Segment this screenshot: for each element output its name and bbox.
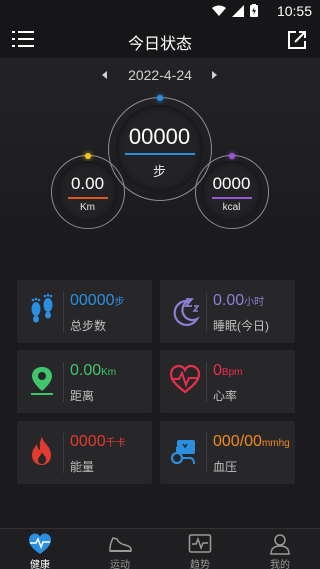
- tab-health-label: 健康: [30, 560, 50, 569]
- card-divider: [63, 433, 64, 473]
- page-title: 今日状态: [127, 36, 192, 53]
- sleep-label: 睡眠(今日): [213, 319, 269, 333]
- heart-rate-icon: [169, 364, 201, 394]
- app-header: 今日状态: [0, 22, 320, 58]
- card-divider: [206, 362, 207, 402]
- card-blood-pressure[interactable]: 000/00mmhg 血压: [160, 421, 295, 484]
- status-icons: [212, 4, 258, 17]
- steps-indicator-dot: [157, 95, 163, 101]
- status-bar: 10:55: [0, 0, 320, 22]
- card-energy[interactable]: 0000千卡 能量: [17, 421, 152, 484]
- moon-sleep-icon: [173, 298, 200, 326]
- distance-card-value: 0.00: [70, 362, 102, 379]
- heart-rate-label: 心率: [213, 389, 238, 403]
- blood-pressure-unit: mmhg: [261, 438, 290, 449]
- map-pin-icon: [31, 367, 53, 395]
- distance-ring[interactable]: 0.00 Km: [51, 153, 125, 229]
- status-time: 10:55: [276, 3, 312, 19]
- wifi-icon: [212, 5, 226, 16]
- blood-pressure-icon: [170, 440, 195, 465]
- bottom-tab-bar: 健康 运动 趋势 我的: [0, 528, 320, 569]
- next-day-icon[interactable]: [208, 69, 220, 81]
- shoe-icon: [109, 537, 132, 552]
- distance-unit: Km: [80, 202, 95, 213]
- energy-value: 0000: [70, 433, 106, 450]
- distance-card-unit: Km: [101, 367, 117, 378]
- battery-charging-icon: [250, 4, 258, 17]
- calories-indicator-dot: [229, 153, 235, 159]
- heart-rate-value: 0: [213, 362, 222, 379]
- card-divider: [63, 362, 64, 402]
- total-steps-unit: 步: [114, 297, 125, 308]
- sleep-unit: 小时: [244, 297, 265, 308]
- card-sleep[interactable]: 0.00小时 睡眠(今日): [160, 280, 295, 343]
- footprints-icon: [31, 293, 53, 323]
- card-distance[interactable]: 0.00Km 距离: [17, 350, 152, 413]
- tab-trend-label: 趋势: [190, 560, 210, 569]
- card-value: 0000千卡: [70, 433, 126, 451]
- flame-icon: [32, 437, 51, 465]
- tab-sport[interactable]: 运动: [80, 529, 160, 569]
- card-heart-rate[interactable]: 0Bpm 心率: [160, 350, 295, 413]
- card-value: 0Bpm: [213, 362, 242, 380]
- calories-value: 0000: [212, 174, 251, 193]
- card-divider: [63, 292, 64, 332]
- tab-health[interactable]: 健康: [0, 529, 80, 569]
- distance-value: 0.00: [70, 174, 105, 193]
- profile-icon: [270, 534, 290, 555]
- calories-accent-bar: [211, 197, 252, 199]
- calories-ring[interactable]: 0000 kcal: [195, 153, 269, 229]
- distance-indicator-dot: [85, 153, 91, 159]
- tab-trend[interactable]: 趋势: [160, 529, 240, 569]
- blood-pressure-label: 血压: [213, 460, 238, 474]
- steps-value: 00000: [128, 124, 191, 149]
- sleep-value: 0.00: [213, 292, 245, 309]
- steps-accent-bar: [124, 153, 195, 155]
- card-value: 00000步: [70, 292, 125, 310]
- tab-sport-label: 运动: [110, 560, 130, 569]
- heart-pulse-icon: [29, 533, 51, 554]
- total-steps-label: 总步数: [70, 319, 107, 333]
- share-icon[interactable]: [286, 29, 308, 51]
- energy-unit: 千卡: [105, 438, 126, 449]
- heart-rate-unit: Bpm: [221, 367, 243, 378]
- tab-profile[interactable]: 我的: [240, 529, 320, 569]
- trend-chart-icon: [188, 534, 212, 553]
- card-divider: [206, 292, 207, 332]
- card-value: 0.00Km: [70, 362, 116, 380]
- card-value: 0.00小时: [213, 292, 264, 310]
- steps-unit: 步: [152, 164, 166, 179]
- card-total-steps[interactable]: 00000步 总步数: [17, 280, 152, 343]
- tab-profile-label: 我的: [270, 560, 290, 569]
- summary-panel: 2022-4-24 00000 步 0.00 Km 0000 kcal: [0, 58, 320, 246]
- current-date: 2022-4-24: [128, 67, 192, 83]
- card-divider: [206, 433, 207, 473]
- distance-card-label: 距离: [70, 389, 95, 403]
- calories-unit: kcal: [222, 202, 241, 213]
- total-steps-value: 00000: [70, 292, 115, 309]
- blood-pressure-value: 000/00: [213, 433, 262, 450]
- card-value: 000/00mmhg: [213, 433, 290, 451]
- distance-accent-bar: [67, 197, 108, 199]
- signal-icon: [232, 4, 244, 17]
- energy-label: 能量: [70, 460, 95, 474]
